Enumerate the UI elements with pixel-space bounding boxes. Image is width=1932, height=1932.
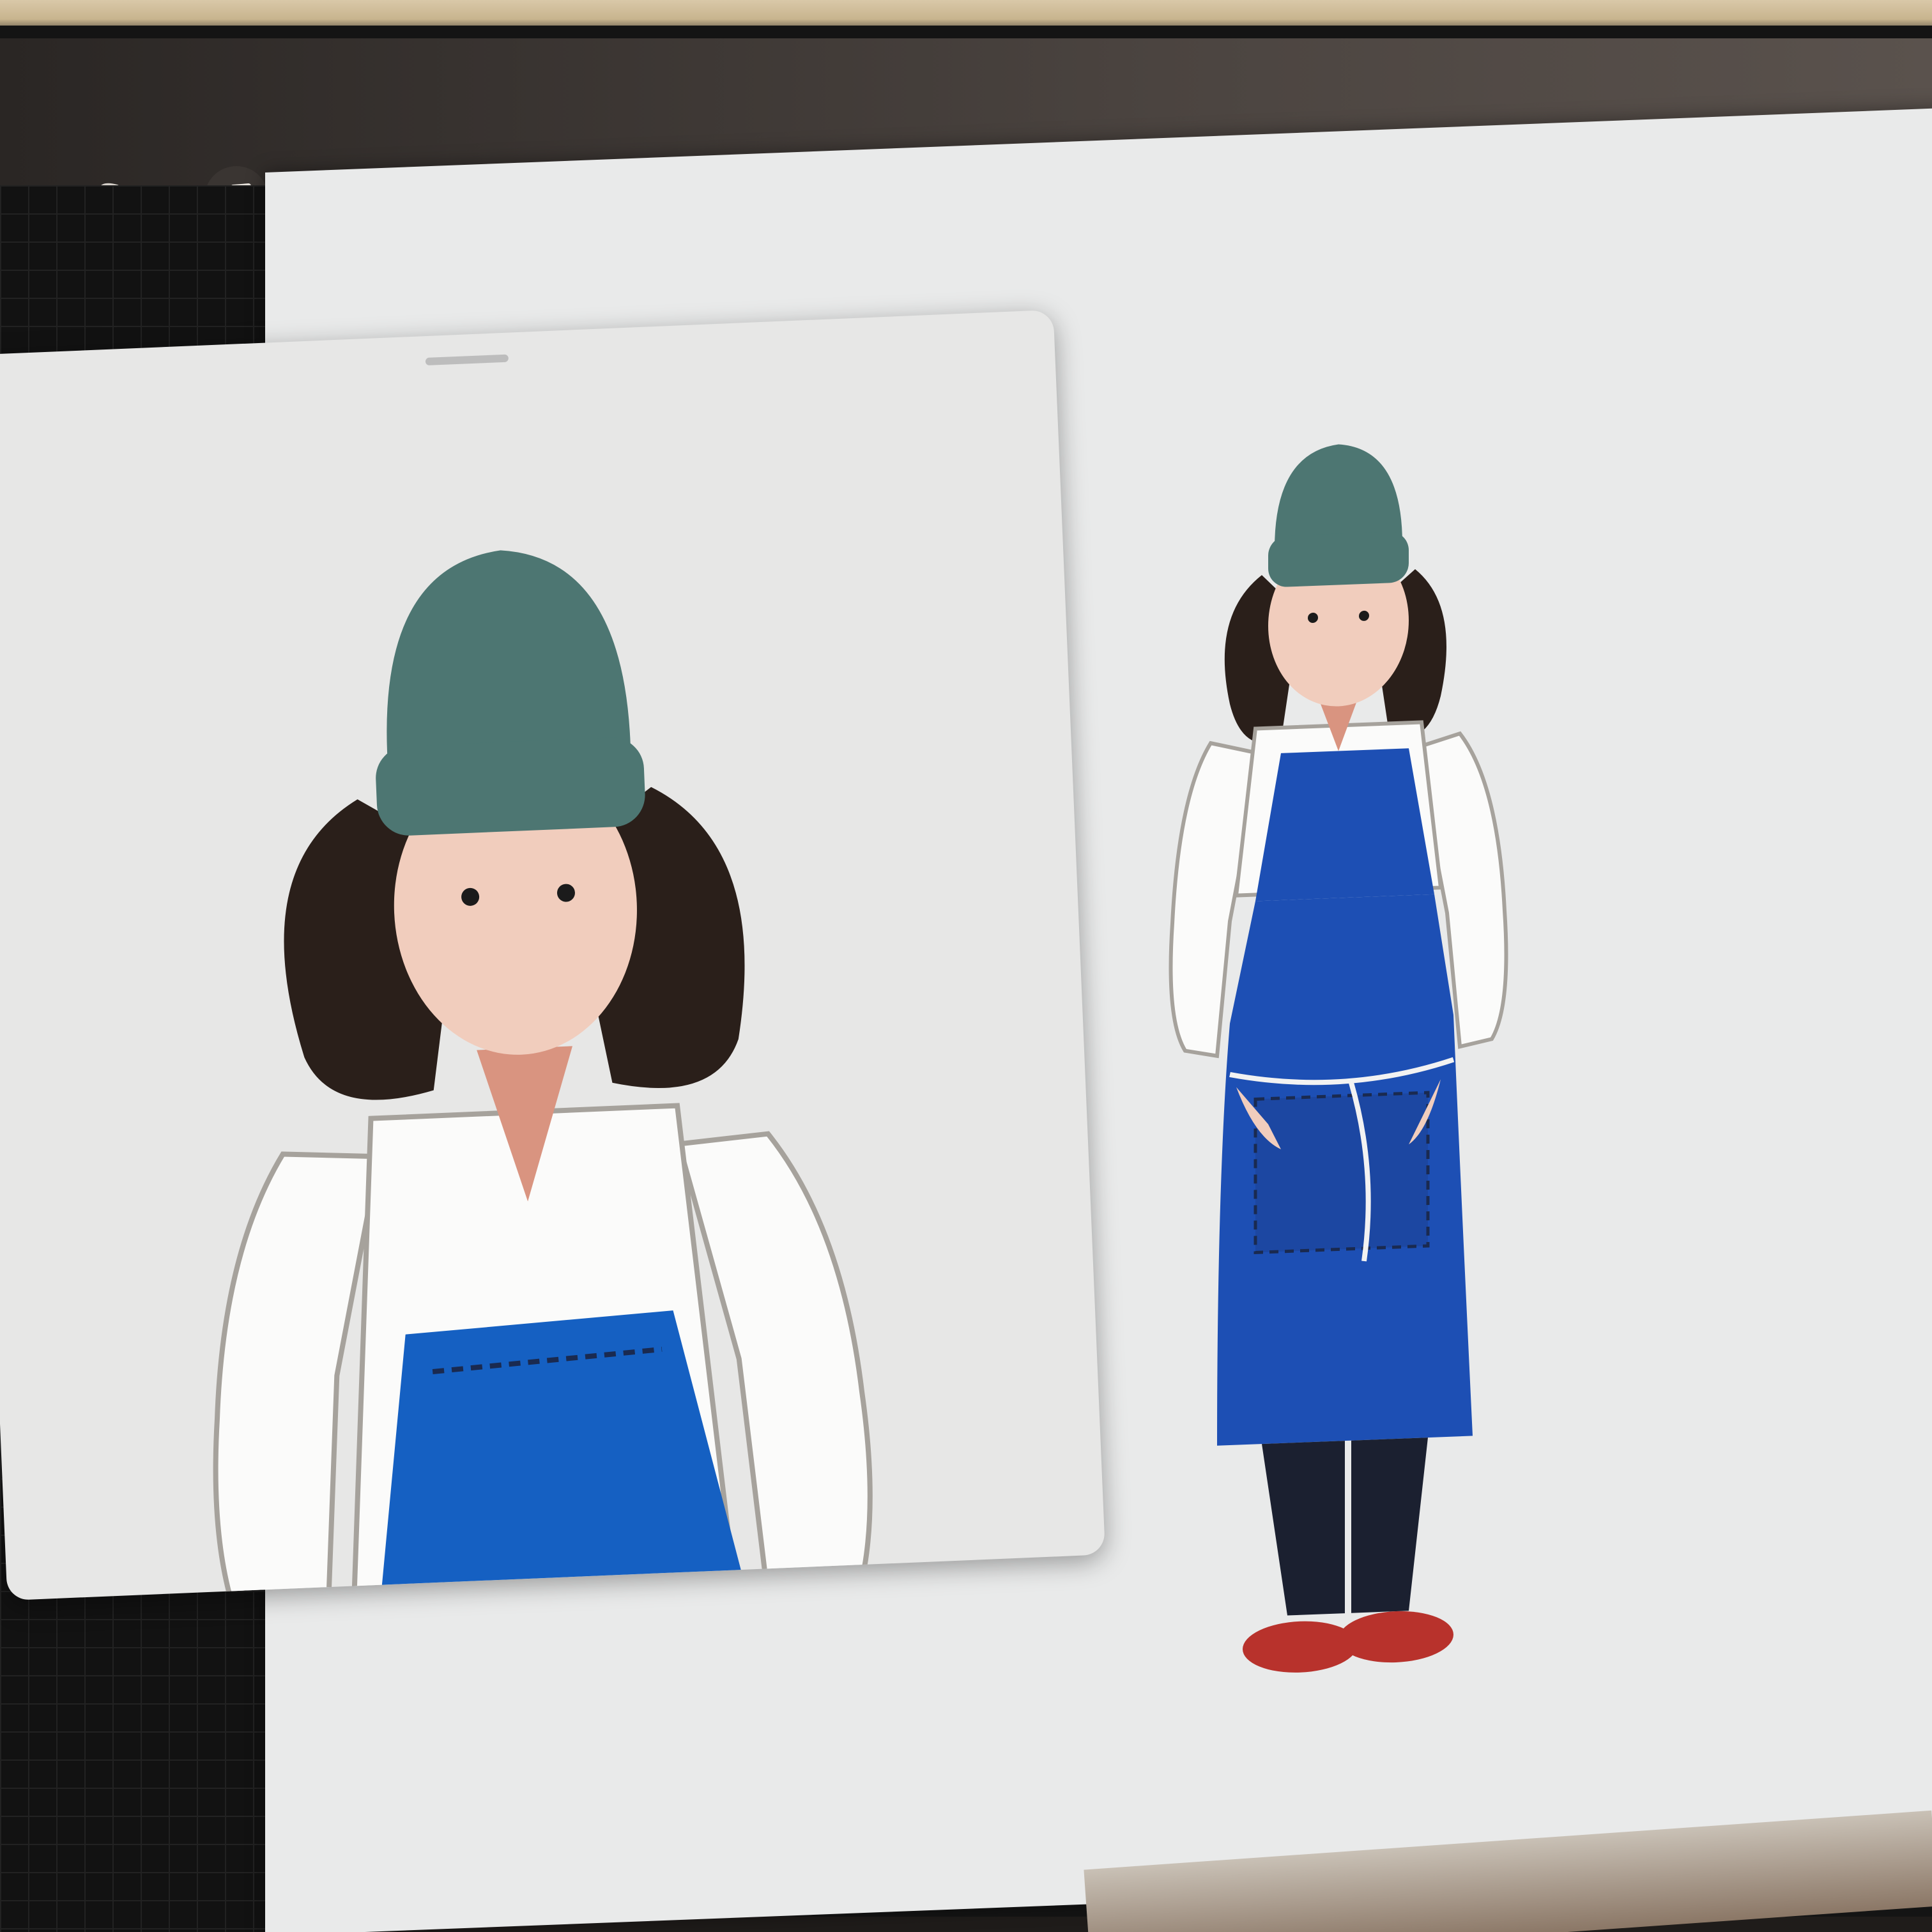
- full-figure-illustration: [1160, 332, 1607, 1690]
- photo-scene: [0, 0, 1932, 1932]
- woman-illustration-full: [1169, 444, 1508, 1673]
- reference-drag-handle[interactable]: [425, 354, 509, 366]
- woman-illustration-zoomed: [213, 550, 873, 1601]
- reference-window[interactable]: [0, 309, 1106, 1601]
- zoomed-figure-illustration: [150, 391, 999, 1601]
